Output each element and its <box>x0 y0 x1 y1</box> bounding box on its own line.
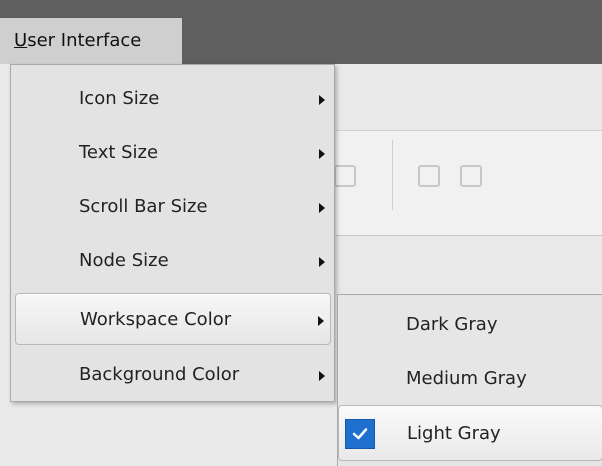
note-tool-icon <box>460 165 482 187</box>
background-toolstrip <box>334 130 602 236</box>
chevron-right-icon <box>319 95 325 105</box>
check-icon <box>345 419 375 449</box>
menu-item-label: Workspace Color <box>80 309 232 330</box>
menu-item-node-size[interactable]: Node Size <box>15 235 331 287</box>
node-tool-icon <box>334 165 356 187</box>
workspace-color-submenu: Dark Gray Medium Gray Light Gray <box>337 294 602 466</box>
menu-item-icon-size[interactable]: Icon Size <box>15 73 331 125</box>
submenu-item-medium-gray[interactable]: Medium Gray <box>338 351 602 407</box>
toolbar-divider <box>392 140 393 210</box>
menu-item-label: Node Size <box>79 250 169 271</box>
chevron-right-icon <box>318 316 324 326</box>
menu-item-label: Text Size <box>79 142 159 163</box>
menu-mnemonic: U <box>14 30 28 51</box>
menu-item-label: Background Color <box>79 364 240 385</box>
chevron-right-icon <box>319 149 325 159</box>
submenu-item-dark-gray[interactable]: Dark Gray <box>338 297 602 353</box>
submenu-item-label: Dark Gray <box>406 314 498 335</box>
menu-user-interface[interactable]: User Interface <box>0 18 182 64</box>
menu-item-workspace-color[interactable]: Workspace Color <box>15 293 331 345</box>
chevron-right-icon <box>319 371 325 381</box>
menu-item-background-color[interactable]: Background Color <box>15 349 331 401</box>
submenu-item-light-gray[interactable]: Light Gray <box>338 405 602 461</box>
menu-item-label: Scroll Bar Size <box>79 196 208 217</box>
menu-title-rest: ser Interface <box>27 30 142 51</box>
chevron-right-icon <box>319 203 325 213</box>
menu-item-text-size[interactable]: Text Size <box>15 127 331 179</box>
chevron-right-icon <box>319 257 325 267</box>
submenu-item-label: Medium Gray <box>406 368 527 389</box>
menu-item-label: Icon Size <box>79 88 160 109</box>
submenu-item-label: Light Gray <box>407 423 501 444</box>
group-tool-icon <box>418 165 440 187</box>
user-interface-dropdown: Icon Size Text Size Scroll Bar Size Node… <box>10 64 335 402</box>
menu-item-scroll-bar-size[interactable]: Scroll Bar Size <box>15 181 331 233</box>
